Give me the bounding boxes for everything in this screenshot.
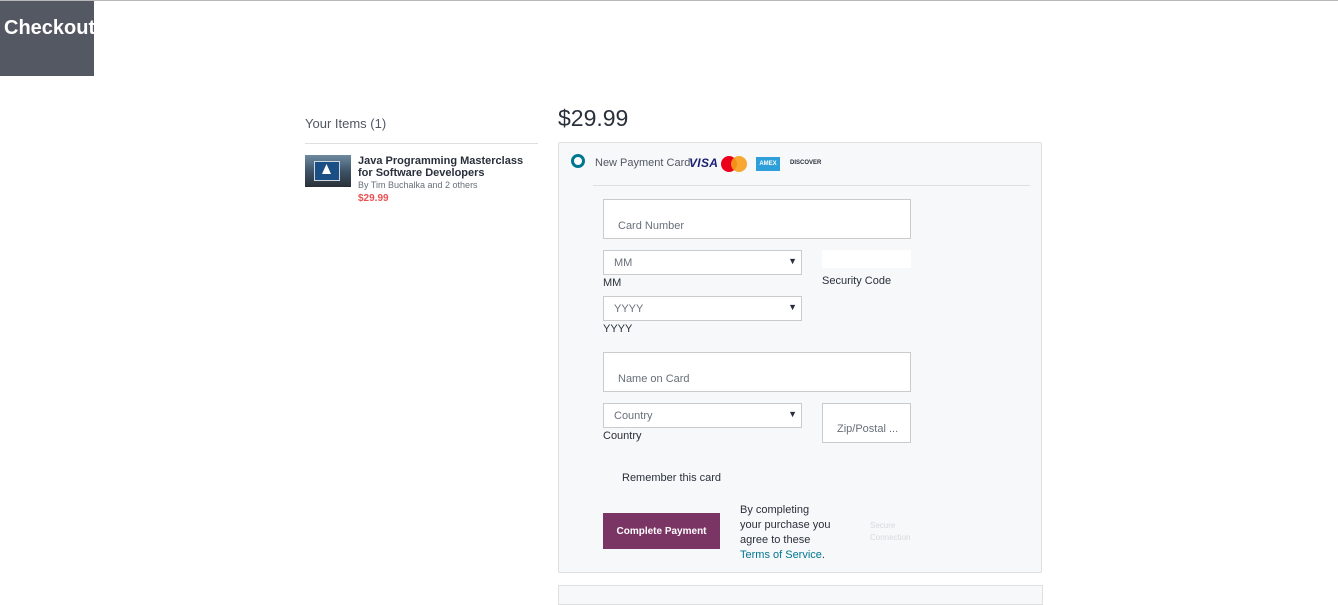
security-code-input[interactable] — [822, 250, 911, 268]
zip-placeholder: Zip/Postal ... — [837, 423, 899, 435]
secure-connection-text: Secure Connection — [870, 521, 911, 542]
dropdown-arrow-icon: ▼ — [788, 256, 797, 266]
name-placeholder: Name on Card — [618, 373, 690, 385]
terms-notice: By completing your purchase you agree to… — [740, 503, 832, 563]
course-thumbnail — [305, 155, 351, 187]
terms-of-service-link[interactable]: Terms of Service — [740, 549, 822, 561]
terms-text: By completing your purchase you agree to… — [740, 504, 831, 546]
checkout-header: Checkout — [0, 1, 96, 76]
visa-icon: VISA — [689, 156, 719, 170]
total-price: $29.99 — [558, 105, 629, 131]
remember-card-label[interactable]: Remember this card — [622, 472, 721, 484]
zip-input[interactable]: Zip/Postal ... — [822, 403, 911, 443]
course-author: By Tim Buchalka and 2 others — [358, 180, 478, 190]
security-code-label: Security Code — [822, 275, 892, 287]
month-label: MM — [603, 277, 622, 289]
card-number-placeholder: Card Number — [618, 220, 685, 232]
cart-divider — [305, 143, 538, 144]
month-select[interactable]: MM ▼ — [603, 250, 802, 275]
course-title[interactable]: Java Programming Masterclass for Softwar… — [358, 155, 538, 179]
terms-end: . — [821, 549, 825, 561]
card-number-input[interactable]: Card Number — [603, 199, 911, 239]
dropdown-arrow-icon: ▼ — [788, 302, 797, 312]
method-divider — [593, 185, 1030, 186]
payment-method-label[interactable]: New Payment Card — [595, 157, 690, 169]
year-select[interactable]: YYYY ▼ — [603, 296, 802, 321]
mastercard-icon — [721, 156, 747, 172]
month-value: MM — [614, 257, 633, 269]
year-value: YYYY — [614, 303, 644, 315]
country-label: Country — [603, 430, 642, 442]
amex-icon: AMEX — [756, 157, 780, 171]
dropdown-arrow-icon: ▼ — [788, 409, 797, 419]
next-payment-panel — [558, 585, 1043, 605]
page-title: Checkout — [4, 17, 96, 39]
new-card-radio[interactable] — [571, 154, 585, 168]
course-price: $29.99 — [358, 193, 389, 204]
country-select[interactable]: Country ▼ — [603, 403, 802, 428]
complete-payment-button[interactable]: Complete Payment — [603, 513, 720, 549]
name-on-card-input[interactable]: Name on Card — [603, 352, 911, 392]
country-value: Country — [614, 410, 653, 422]
discover-icon: DISCOVER — [790, 160, 822, 166]
year-label: YYYY — [603, 323, 633, 335]
cart-heading: Your Items (1) — [305, 116, 387, 131]
